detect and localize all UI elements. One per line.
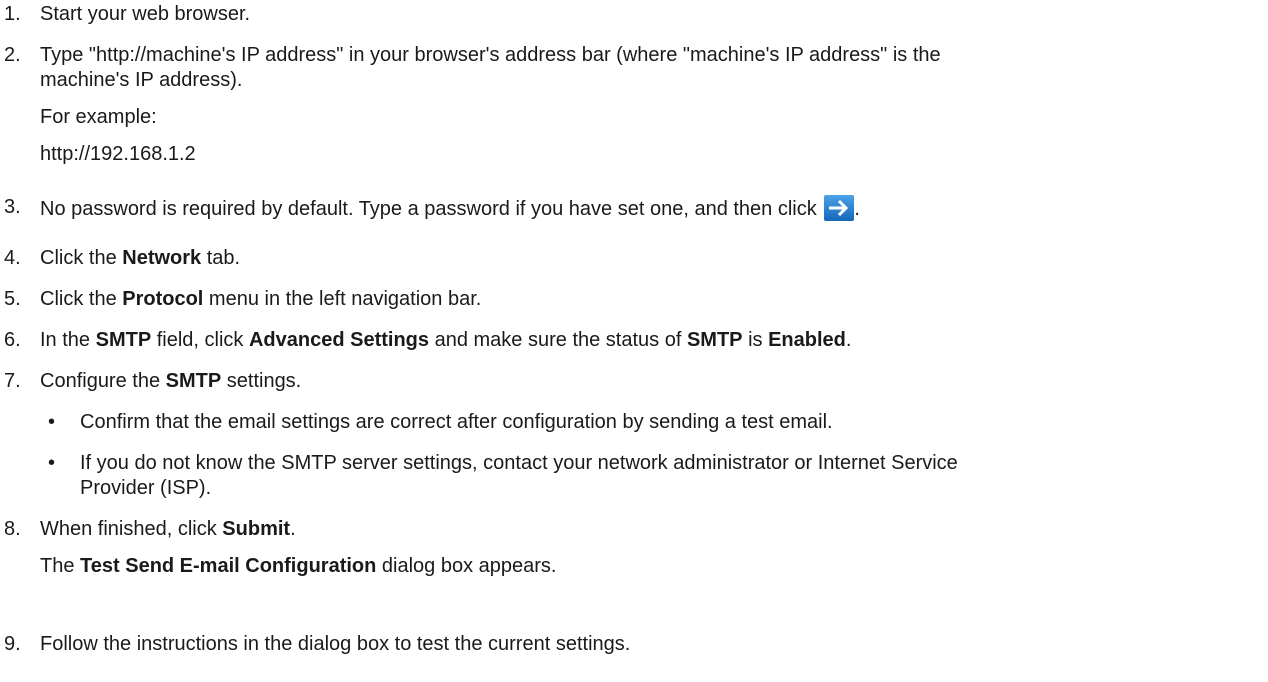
- step-5: 5. Click the Protocol menu in the left n…: [0, 287, 481, 312]
- step-3: 3. No password is required by default. T…: [0, 195, 860, 222]
- step-text: Follow the instructions in the dialog bo…: [40, 633, 631, 655]
- protocol-menu-label: Protocol: [122, 288, 204, 310]
- step-text: and make sure the status of: [429, 329, 687, 351]
- bullet-text: If you do not know the SMTP server setti…: [80, 452, 958, 474]
- step-text: When finished, click: [40, 518, 223, 540]
- step-text: menu in the left navigation bar.: [203, 288, 482, 310]
- bullet-text-continued: Provider (ISP).: [80, 477, 212, 499]
- bullet-text: Confirm that the email settings are corr…: [80, 411, 833, 433]
- step-number: 1.: [4, 3, 21, 25]
- step-number: 9.: [4, 633, 21, 655]
- step-2: 2. Type "http://machine's IP address" in…: [0, 43, 941, 167]
- step-text-continued: machine's IP address).: [40, 69, 243, 91]
- step-number: 2.: [4, 44, 21, 66]
- step-text: settings.: [221, 370, 302, 392]
- submit-label: Submit: [222, 518, 291, 540]
- step-9: 9. Follow the instructions in the dialog…: [0, 632, 630, 657]
- step-text: Start your web browser.: [40, 3, 251, 25]
- network-tab-label: Network: [122, 247, 202, 269]
- step-6: 6. In the SMTP field, click Advanced Set…: [0, 328, 851, 353]
- advanced-settings-label: Advanced Settings: [248, 329, 430, 351]
- step-4: 4. Click the Network tab.: [0, 246, 240, 271]
- step-1: 1. Start your web browser.: [0, 2, 250, 27]
- step-text: field, click: [151, 329, 249, 351]
- smtp-label: SMTP: [686, 329, 743, 351]
- example-label: For example:: [40, 106, 157, 128]
- step-result: The Test Send E-mail Configuration dialo…: [40, 554, 556, 579]
- step-text-end: .: [854, 198, 860, 220]
- step-text: Click the: [40, 288, 123, 310]
- step-text: Type "http://machine's IP address" in yo…: [40, 44, 941, 66]
- bullet-dot: •: [48, 411, 56, 433]
- step-number: 3.: [4, 196, 21, 218]
- step-text: In the: [40, 329, 96, 351]
- step-text: No password is required by default. Type…: [40, 198, 817, 220]
- step-text: .: [845, 329, 852, 351]
- enabled-label: Enabled: [768, 329, 846, 351]
- step-number: 5.: [4, 288, 21, 310]
- step-number: 7.: [4, 370, 21, 392]
- step-8: 8. When finished, click Submit. The Test…: [0, 517, 556, 579]
- step-text: tab.: [201, 247, 241, 269]
- step-7: 7. Configure the SMTP settings.: [0, 369, 301, 394]
- step-text: Configure the: [40, 370, 166, 392]
- step-text: dialog box appears.: [376, 555, 557, 577]
- step-number: 6.: [4, 329, 21, 351]
- step-number: 4.: [4, 247, 21, 269]
- arrow-right-icon: [824, 195, 855, 221]
- step-text: is: [742, 329, 769, 351]
- smtp-label: SMTP: [165, 370, 222, 392]
- bullet-item: • Confirm that the email settings are co…: [40, 410, 833, 435]
- bullet-item: • If you do not know the SMTP server set…: [40, 451, 958, 501]
- bullet-dot: •: [48, 452, 56, 474]
- smtp-field-label: SMTP: [95, 329, 152, 351]
- instruction-steps: 1. Start your web browser. 2. Type "http…: [0, 0, 1268, 655]
- step-text: .: [290, 518, 296, 540]
- step-text: Click the: [40, 247, 123, 269]
- step-text: The: [40, 555, 81, 577]
- dialog-name-label: Test Send E-mail Configuration: [80, 555, 377, 577]
- step-number: 8.: [4, 518, 21, 540]
- example-url: http://192.168.1.2: [40, 143, 196, 165]
